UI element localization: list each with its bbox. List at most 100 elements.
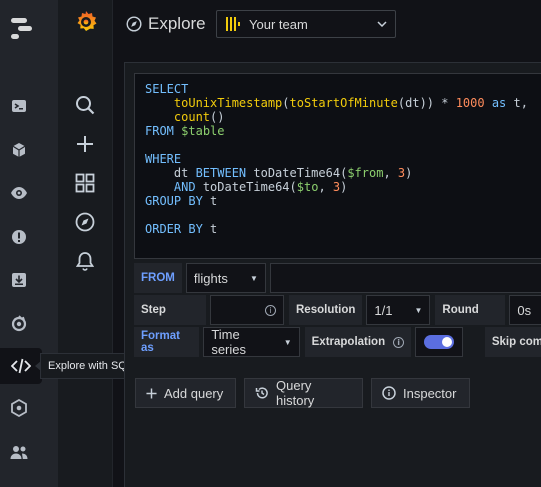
table-select[interactable]: flights ▼	[185, 263, 266, 293]
sql-code[interactable]: SELECT toUnixTimestamp(toStartOfMinute(d…	[145, 82, 528, 236]
dashboards-icon[interactable]	[74, 172, 96, 194]
extrapolation-label-text: Extrapolation	[311, 336, 386, 348]
code-token: as	[491, 96, 507, 110]
step-row: Step i Resolution 1/1 ▼ Round 0s	[134, 295, 541, 325]
app-root: Explore Your team Explore with SQL SELEC…	[0, 0, 541, 487]
grafana-icon[interactable]	[9, 313, 29, 333]
code-line: SELECT	[145, 82, 528, 96]
format-select[interactable]: Time series ▼	[203, 327, 300, 357]
code-line: FROM $table	[145, 124, 528, 138]
round-input[interactable]: 0s	[509, 295, 541, 325]
code-token: (dt)) *	[397, 96, 456, 110]
table-select-value: flights	[193, 270, 228, 286]
query-history-button[interactable]: Query history	[244, 378, 363, 408]
code-token: ()	[210, 110, 225, 124]
code-token: (	[282, 96, 290, 110]
chevron-down-icon	[377, 21, 387, 27]
code-token: 1000	[455, 96, 485, 110]
code-line: ORDER BY t	[145, 222, 528, 236]
history-icon	[255, 386, 269, 400]
code-token: WHERE	[145, 152, 182, 166]
code-token: toUnixTimestamp	[173, 96, 283, 110]
code-token: $to	[296, 180, 319, 194]
outer-sidebar	[0, 0, 58, 487]
bell-icon[interactable]	[74, 250, 96, 272]
from-extra-field[interactable]	[269, 263, 541, 293]
resolution-select[interactable]: 1/1 ▼	[366, 295, 431, 325]
code-token: count	[173, 110, 211, 124]
search-icon[interactable]	[74, 94, 96, 116]
page-title-text: Explore	[148, 14, 206, 33]
code-token: ,	[383, 166, 398, 180]
code-token: BETWEEN	[195, 166, 247, 180]
code-line: WHERE	[145, 152, 528, 166]
plus-icon[interactable]	[74, 133, 96, 155]
extrapolation-toggle[interactable]	[415, 327, 463, 357]
alert-icon[interactable]	[9, 227, 29, 247]
team-select-label: Your team	[249, 16, 308, 32]
code-token: $table	[181, 124, 225, 138]
format-value: Time series	[211, 327, 247, 357]
add-query-button[interactable]: Add query	[135, 378, 236, 408]
toggle-switch[interactable]	[423, 335, 454, 349]
eye-icon[interactable]	[9, 183, 29, 203]
inspector-label: Inspector	[403, 385, 457, 401]
plus-icon	[146, 387, 157, 399]
caret-down-icon: ▼	[414, 305, 423, 315]
caret-down-icon: ▼	[249, 273, 258, 283]
cube-icon[interactable]	[9, 140, 29, 160]
grafana-logo-icon[interactable]	[73, 9, 99, 35]
code-token: toStartOfMinute	[289, 96, 398, 110]
resolution-value: 1/1	[374, 302, 393, 318]
compass-icon	[126, 16, 142, 32]
info-circle-icon	[382, 386, 396, 400]
code-line: GROUP BY t	[145, 194, 528, 208]
code-line: toUnixTimestamp(toStartOfMinute(dt)) * 1…	[145, 96, 528, 110]
from-label: FROM	[134, 263, 182, 293]
grafana-sidebar	[58, 0, 113, 487]
format-row: Format as Time series ▼ Extrapolation i …	[134, 327, 541, 357]
code-token: t	[202, 194, 218, 208]
code-token: t	[202, 222, 218, 236]
terminal-icon[interactable]	[9, 96, 29, 116]
step-input[interactable]: i	[210, 295, 284, 325]
code-token: FROM	[145, 124, 174, 138]
users-icon[interactable]	[9, 442, 29, 462]
code-token: toDateTime64(	[195, 180, 297, 194]
code-line: AND toDateTime64($to, 3)	[145, 180, 528, 194]
code-token: t,	[506, 96, 528, 110]
code-token: ORDER BY	[145, 222, 203, 236]
code-token: ,	[318, 180, 333, 194]
code-token: SELECT	[145, 82, 189, 96]
info-icon: i	[393, 336, 405, 348]
inspector-button[interactable]: Inspector	[371, 378, 470, 408]
hub-icon[interactable]	[9, 398, 29, 418]
add-query-label: Add query	[164, 385, 224, 401]
code-token: AND	[173, 180, 196, 194]
resolution-label: Resolution	[289, 295, 363, 325]
round-label: Round	[435, 295, 506, 325]
query-history-label: Query history	[276, 378, 315, 408]
sql-editor[interactable]: SELECT toUnixTimestamp(toStartOfMinute(d…	[134, 73, 541, 259]
code-token: $from	[347, 166, 384, 180]
app-logo-icon[interactable]	[9, 14, 35, 42]
team-select[interactable]: Your team	[216, 10, 396, 38]
download-icon[interactable]	[9, 270, 29, 290]
code-token: toDateTime64(	[246, 166, 348, 180]
compass-icon[interactable]	[74, 211, 96, 233]
extrapolation-label: Extrapolation i	[304, 327, 412, 357]
format-label: Format as	[134, 327, 200, 357]
datasource-icon	[225, 16, 241, 32]
code-line: dt BETWEEN toDateTime64($from, 3)	[145, 166, 528, 180]
info-icon: i	[265, 304, 276, 316]
round-value: 0s	[517, 302, 532, 318]
from-row: FROM flights ▼	[134, 263, 541, 293]
code-token: GROUP BY	[145, 194, 203, 208]
code-token: )	[405, 166, 413, 180]
